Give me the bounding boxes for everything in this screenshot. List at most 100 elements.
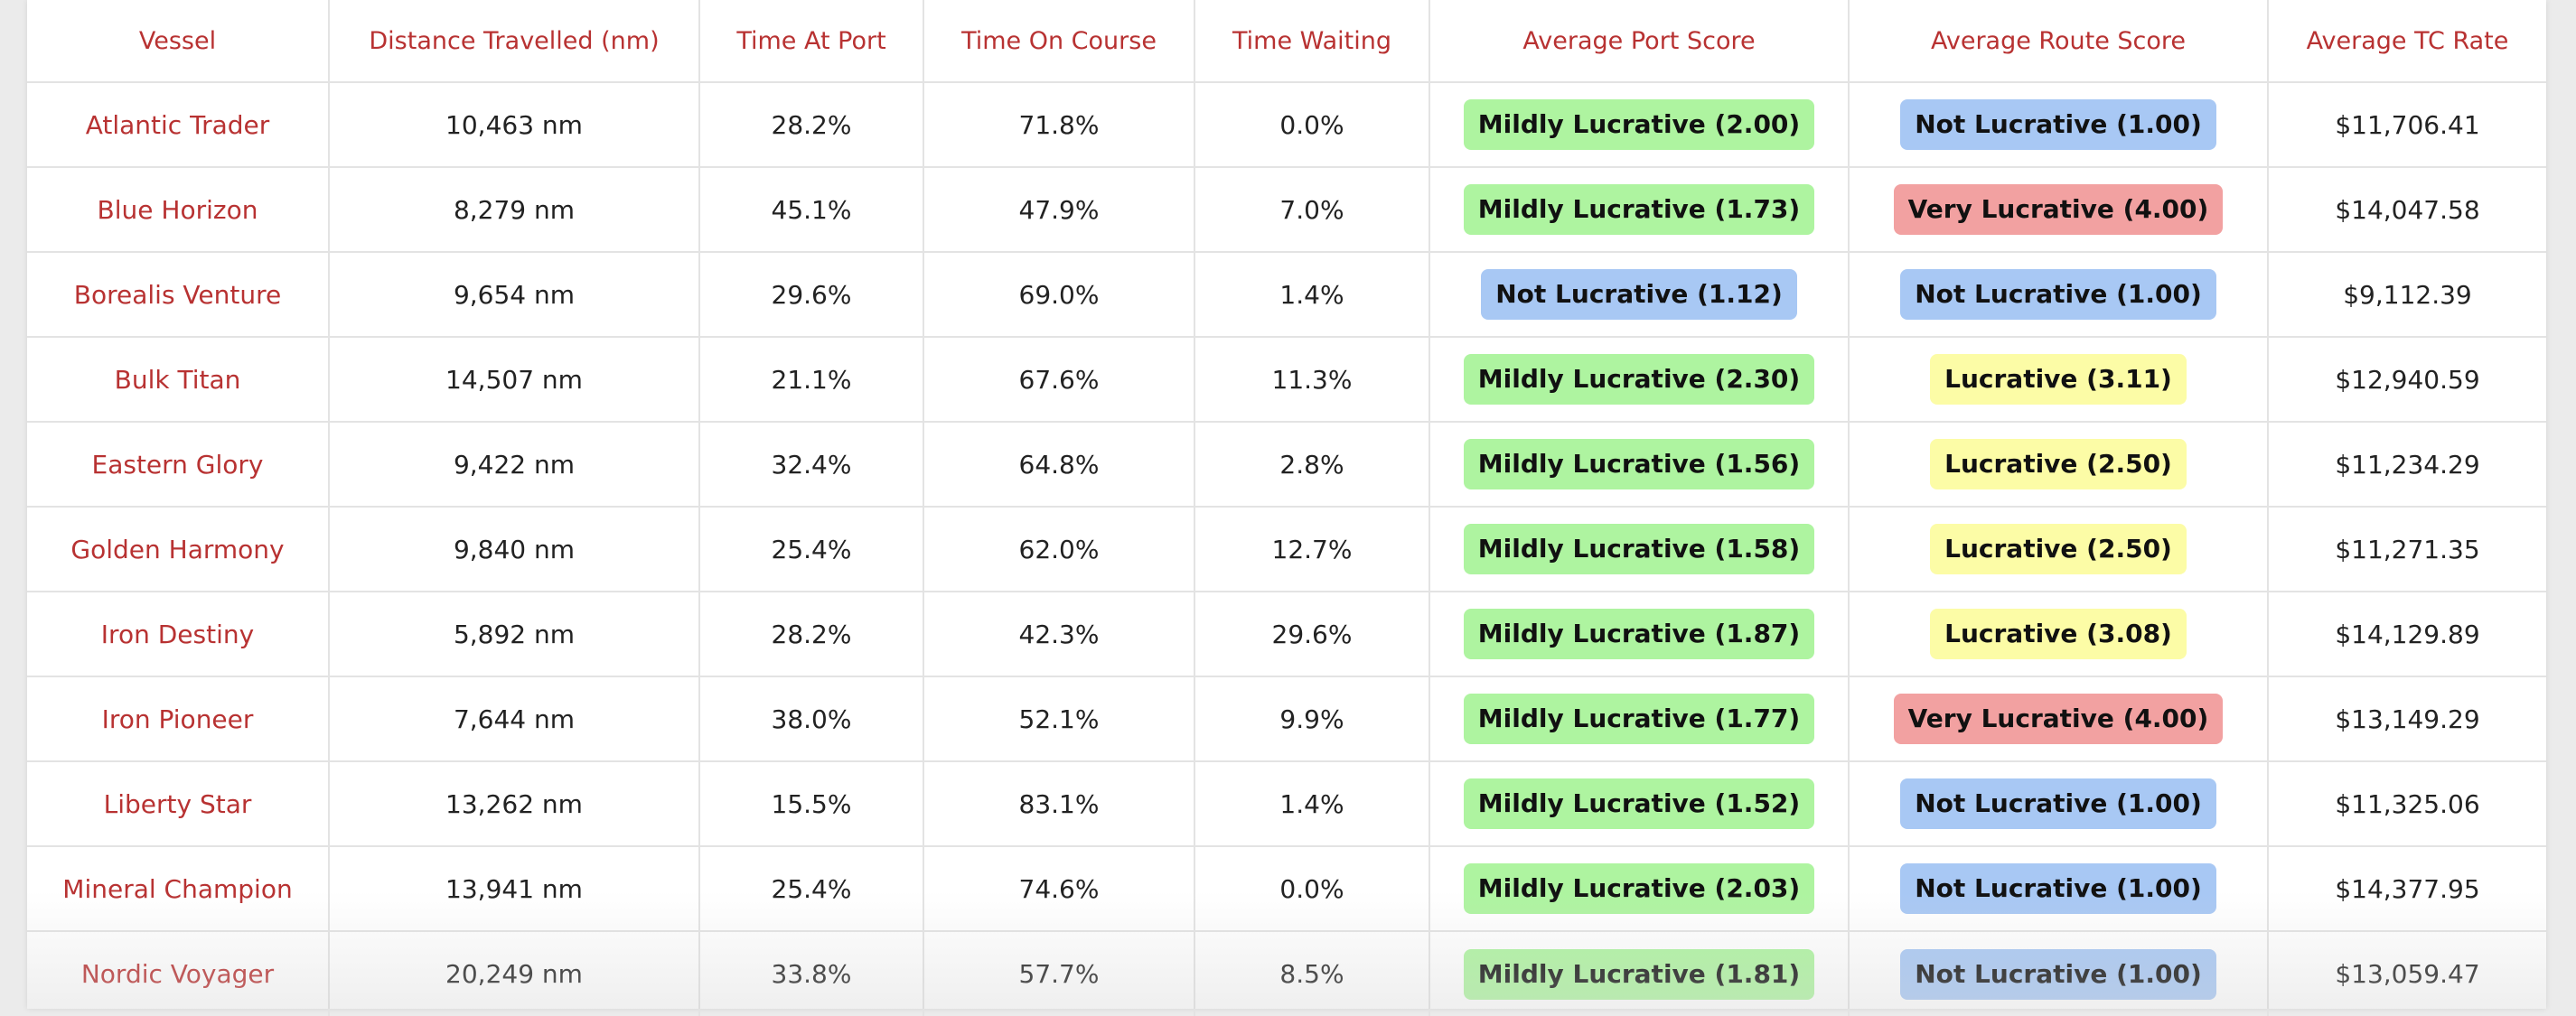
time-on-course-cell: 62.0% bbox=[923, 507, 1194, 592]
vessel-name[interactable]: Nordic Voyager bbox=[27, 931, 329, 1016]
vessel-name[interactable]: Atlantic Trader bbox=[27, 82, 329, 167]
tc-rate-cell: $11,234.29 bbox=[2268, 422, 2546, 507]
table-row[interactable]: Iron Pioneer7,644 nm38.0%52.1%9.9%Mildly… bbox=[27, 676, 2546, 761]
port-score-badge: Mildly Lucrative (1.56) bbox=[1464, 439, 1814, 489]
port-score-cell: Not Lucrative (1.12) bbox=[1429, 252, 1849, 337]
time-waiting-cell: 9.9% bbox=[1194, 676, 1429, 761]
tc-rate-cell: $14,377.95 bbox=[2268, 846, 2546, 931]
time-at-port-cell: 33.8% bbox=[699, 931, 923, 1016]
time-at-port-cell: 45.1% bbox=[699, 167, 923, 252]
table-row[interactable]: Mineral Champion13,941 nm25.4%74.6%0.0%M… bbox=[27, 846, 2546, 931]
tc-rate-cell: $11,271.35 bbox=[2268, 507, 2546, 592]
time-on-course-cell: 71.8% bbox=[923, 82, 1194, 167]
time-at-port-cell: 28.2% bbox=[699, 592, 923, 676]
table-row[interactable]: Golden Harmony9,840 nm25.4%62.0%12.7%Mil… bbox=[27, 507, 2546, 592]
time-waiting-cell: 29.6% bbox=[1194, 592, 1429, 676]
table-row[interactable]: Eastern Glory9,422 nm32.4%64.8%2.8%Mildl… bbox=[27, 422, 2546, 507]
time-on-course-cell: 83.1% bbox=[923, 761, 1194, 846]
header-avg-port-score[interactable]: Average Port Score bbox=[1429, 0, 1849, 82]
port-score-badge: Mildly Lucrative (2.30) bbox=[1464, 354, 1814, 405]
vessel-name[interactable]: Mineral Champion bbox=[27, 846, 329, 931]
route-score-cell: Lucrative (2.50) bbox=[1849, 507, 2268, 592]
time-on-course-cell: 69.0% bbox=[923, 252, 1194, 337]
time-at-port-cell: 38.0% bbox=[699, 676, 923, 761]
port-score-badge: Mildly Lucrative (1.58) bbox=[1464, 524, 1814, 574]
vessel-name[interactable]: Iron Pioneer bbox=[27, 676, 329, 761]
table-row[interactable]: Liberty Star13,262 nm15.5%83.1%1.4%Mildl… bbox=[27, 761, 2546, 846]
header-avg-tc-rate[interactable]: Average TC Rate bbox=[2268, 0, 2546, 82]
port-score-badge: Mildly Lucrative (1.52) bbox=[1464, 778, 1814, 829]
time-at-port-cell: 25.4% bbox=[699, 846, 923, 931]
table-row[interactable]: Atlantic Trader10,463 nm28.2%71.8%0.0%Mi… bbox=[27, 82, 2546, 167]
vessel-name[interactable]: Borealis Venture bbox=[27, 252, 329, 337]
distance-cell: 14,507 nm bbox=[329, 337, 699, 422]
time-waiting-cell: 11.3% bbox=[1194, 337, 1429, 422]
time-waiting-cell: 1.4% bbox=[1194, 761, 1429, 846]
time-waiting-cell: 0.0% bbox=[1194, 82, 1429, 167]
vessel-name[interactable]: Golden Harmony bbox=[27, 507, 329, 592]
time-on-course-cell: 52.1% bbox=[923, 676, 1194, 761]
vessel-name[interactable]: Blue Horizon bbox=[27, 167, 329, 252]
distance-cell: 9,654 nm bbox=[329, 252, 699, 337]
distance-cell: 13,941 nm bbox=[329, 846, 699, 931]
header-vessel[interactable]: Vessel bbox=[27, 0, 329, 82]
header-time-waiting[interactable]: Time Waiting bbox=[1194, 0, 1429, 82]
time-at-port-cell: 28.2% bbox=[699, 82, 923, 167]
vessel-name[interactable]: Bulk Titan bbox=[27, 337, 329, 422]
table-row[interactable]: Iron Destiny5,892 nm28.2%42.3%29.6%Mildl… bbox=[27, 592, 2546, 676]
header-time-on-course[interactable]: Time On Course bbox=[923, 0, 1194, 82]
vessel-name[interactable]: Iron Destiny bbox=[27, 592, 329, 676]
vessel-stats-panel: Vessel Distance Travelled (nm) Time At P… bbox=[27, 0, 2546, 1009]
route-score-cell: Lucrative (3.11) bbox=[1849, 337, 2268, 422]
route-score-badge: Very Lucrative (4.00) bbox=[1894, 184, 2224, 235]
header-row: Vessel Distance Travelled (nm) Time At P… bbox=[27, 0, 2546, 82]
header-avg-route-score[interactable]: Average Route Score bbox=[1849, 0, 2268, 82]
route-score-cell: Not Lucrative (1.00) bbox=[1849, 252, 2268, 337]
distance-cell: 9,422 nm bbox=[329, 422, 699, 507]
route-score-badge: Lucrative (2.50) bbox=[1930, 439, 2187, 489]
time-at-port-cell: 21.1% bbox=[699, 337, 923, 422]
port-score-cell: Mildly Lucrative (1.52) bbox=[1429, 761, 1849, 846]
time-waiting-cell: 1.4% bbox=[1194, 252, 1429, 337]
time-on-course-cell: 74.6% bbox=[923, 846, 1194, 931]
route-score-badge: Lucrative (3.08) bbox=[1930, 609, 2187, 659]
port-score-cell: Mildly Lucrative (2.30) bbox=[1429, 337, 1849, 422]
route-score-badge: Not Lucrative (1.00) bbox=[1900, 778, 2216, 829]
route-score-badge: Not Lucrative (1.00) bbox=[1900, 99, 2216, 150]
route-score-cell: Not Lucrative (1.00) bbox=[1849, 761, 2268, 846]
time-on-course-cell: 67.6% bbox=[923, 337, 1194, 422]
table-row[interactable]: Blue Horizon8,279 nm45.1%47.9%7.0% Mildly… bbox=[27, 167, 2546, 252]
time-on-course-cell: 47.9% bbox=[923, 167, 1194, 252]
header-time-at-port[interactable]: Time At Port bbox=[699, 0, 923, 82]
table-row[interactable]: Borealis Venture9,654 nm29.6%69.0%1.4%No… bbox=[27, 252, 2546, 337]
route-score-cell: Lucrative (3.08) bbox=[1849, 592, 2268, 676]
route-score-cell: Not Lucrative (1.00) bbox=[1849, 82, 2268, 167]
vessel-name[interactable]: Eastern Glory bbox=[27, 422, 329, 507]
tc-rate-cell: $14,129.89 bbox=[2268, 592, 2546, 676]
port-score-cell: Mildly Lucrative (1.56) bbox=[1429, 422, 1849, 507]
time-at-port-cell: 15.5% bbox=[699, 761, 923, 846]
table-row[interactable]: Bulk Titan14,507 nm21.1%67.6%11.3% Mildly… bbox=[27, 337, 2546, 422]
tc-rate-cell: $9,112.39 bbox=[2268, 252, 2546, 337]
route-score-badge: Not Lucrative (1.00) bbox=[1900, 269, 2216, 320]
port-score-badge: Mildly Lucrative (1.73) bbox=[1464, 184, 1814, 235]
port-score-cell: Mildly Lucrative (1.58) bbox=[1429, 507, 1849, 592]
table-row[interactable]: Nordic Voyager20,249 nm33.8%57.7%8.5%Mil… bbox=[27, 931, 2546, 1016]
time-waiting-cell: 2.8% bbox=[1194, 422, 1429, 507]
port-score-badge: Mildly Lucrative (1.87) bbox=[1464, 609, 1814, 659]
tc-rate-cell: $11,325.06 bbox=[2268, 761, 2546, 846]
vessel-name[interactable]: Liberty Star bbox=[27, 761, 329, 846]
distance-cell: 5,892 nm bbox=[329, 592, 699, 676]
distance-cell: 8,279 nm bbox=[329, 167, 699, 252]
time-waiting-cell: 7.0% bbox=[1194, 167, 1429, 252]
tc-rate-cell: $13,059.47 bbox=[2268, 931, 2546, 1016]
route-score-cell: Lucrative (2.50) bbox=[1849, 422, 2268, 507]
port-score-cell: Mildly Lucrative (1.73) bbox=[1429, 167, 1849, 252]
route-score-badge: Not Lucrative (1.00) bbox=[1900, 949, 2216, 1000]
port-score-badge: Not Lucrative (1.12) bbox=[1481, 269, 1797, 320]
distance-cell: 7,644 nm bbox=[329, 676, 699, 761]
port-score-cell: Mildly Lucrative (2.03) bbox=[1429, 846, 1849, 931]
header-distance[interactable]: Distance Travelled (nm) bbox=[329, 0, 699, 82]
tc-rate-cell: $12,940.59 bbox=[2268, 337, 2546, 422]
table-header: Vessel Distance Travelled (nm) Time At P… bbox=[27, 0, 2546, 82]
